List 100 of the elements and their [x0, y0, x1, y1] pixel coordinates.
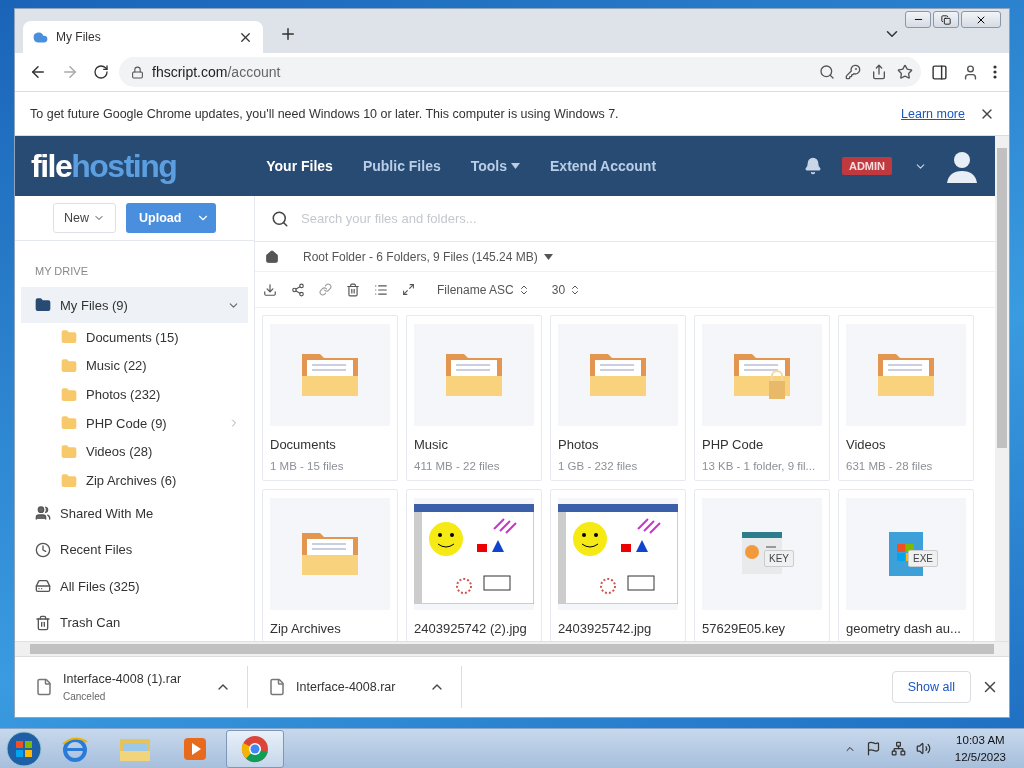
- sidebar-item[interactable]: All Files (325): [21, 567, 248, 605]
- plus-icon: [279, 25, 297, 43]
- key-icon[interactable]: [845, 64, 861, 80]
- url-text: fhscript.com/account: [152, 64, 281, 80]
- file-name: Photos: [558, 437, 600, 452]
- site-logo[interactable]: filehosting: [31, 147, 177, 185]
- folder-tree-item[interactable]: Photos (232): [21, 380, 248, 409]
- trash-icon[interactable]: [346, 282, 360, 297]
- user-avatar-icon[interactable]: [945, 149, 979, 183]
- tab-title: My Files: [56, 30, 101, 44]
- file-card[interactable]: Videos 631 MB - 28 files: [838, 315, 974, 481]
- list-icon[interactable]: [374, 282, 388, 297]
- file-name: Music: [414, 437, 449, 452]
- search-icon[interactable]: [819, 64, 835, 80]
- folder-tree-item[interactable]: Videos (28): [21, 437, 248, 467]
- taskbar-app[interactable]: [226, 729, 284, 768]
- download-name: Interface-4008.rar: [296, 680, 396, 694]
- lock-icon: [131, 65, 144, 79]
- share-icon[interactable]: [871, 64, 887, 80]
- nav-link[interactable]: Your Files: [266, 158, 333, 174]
- file-card[interactable]: Photos 1 GB - 232 files: [550, 315, 686, 481]
- restore-button[interactable]: [933, 11, 959, 28]
- folder-icon: [61, 386, 77, 403]
- folder-icon: [35, 297, 51, 314]
- file-card[interactable]: Documents 1 MB - 15 files: [262, 315, 398, 481]
- folder-icon: [61, 472, 77, 489]
- sidebar-item[interactable]: Shared With Me: [21, 494, 248, 532]
- file-name: PHP Code: [702, 437, 765, 452]
- volume-icon[interactable]: [915, 741, 931, 756]
- folder-tree-item[interactable]: Music (22): [21, 351, 248, 381]
- download-item[interactable]: Interface-4008.rar: [248, 666, 463, 708]
- update-message: To get future Google Chrome updates, you'll need Windows 10 or later. This computer is using Windows 7.: [30, 106, 619, 121]
- folder-tree-item[interactable]: Zip Archives (6): [21, 466, 248, 495]
- breadcrumb[interactable]: Root Folder - 6 Folders, 9 Files (145.24 MB): [303, 249, 553, 264]
- folder-icon: [61, 329, 77, 346]
- download-item[interactable]: Interface-4008 (1).rar Canceled: [15, 666, 249, 708]
- show-all-button[interactable]: Show all: [891, 671, 971, 703]
- file-name: Videos: [846, 437, 887, 452]
- star-icon[interactable]: [897, 64, 913, 80]
- file-meta: 13 KB - 1 folder, 9 fil...: [702, 460, 817, 472]
- forward-arrow-icon: [61, 63, 79, 81]
- file-name: Zip Archives: [270, 621, 342, 636]
- nav-link[interactable]: Extend Account: [550, 158, 657, 174]
- file-name: 2403925742 (2).jpg: [414, 621, 528, 636]
- search-input[interactable]: Search your files and folders...: [299, 210, 979, 227]
- file-icon: [35, 678, 53, 696]
- new-button[interactable]: New: [53, 203, 116, 234]
- menu-icon: [993, 65, 997, 79]
- bell-icon[interactable]: [803, 157, 822, 175]
- home-icon[interactable]: [265, 249, 279, 264]
- file-name: Documents: [270, 437, 337, 452]
- folder-icon: [61, 443, 77, 460]
- sidebar-item[interactable]: Trash Can: [21, 604, 248, 641]
- sidebar-item[interactable]: Recent Files: [21, 531, 248, 568]
- caret-icon: [543, 253, 553, 260]
- file-meta: 1 MB - 15 files: [270, 460, 345, 472]
- download-status: Canceled: [63, 691, 107, 702]
- share-icon[interactable]: [291, 282, 305, 297]
- file-type-label: KEY: [764, 550, 794, 567]
- profile-icon: [962, 63, 979, 81]
- horizontal-scrollbar[interactable]: [15, 641, 1009, 656]
- folder-tree-item[interactable]: PHP Code (9): [21, 408, 248, 438]
- folder-icon: [61, 415, 77, 432]
- clock[interactable]: 10:03 AM 12/5/2023: [954, 732, 1006, 765]
- file-name: 57629E05.key: [702, 621, 787, 636]
- expand-icon[interactable]: [402, 283, 415, 296]
- file-meta: 411 MB - 22 files: [414, 460, 501, 472]
- file-name: geometry dash au...: [846, 621, 962, 636]
- learn-more-link[interactable]: Learn more: [901, 106, 965, 121]
- file-meta: 1 GB - 232 files: [558, 460, 639, 472]
- download-icon[interactable]: [263, 282, 277, 297]
- sidebar-item[interactable]: My Files (9): [21, 287, 248, 323]
- sort-select[interactable]: Filename ASC: [437, 282, 530, 297]
- file-type-label: EXE: [908, 550, 938, 567]
- folder-icon: [61, 357, 77, 374]
- file-meta: 631 MB - 28 files: [846, 460, 934, 472]
- nav-link[interactable]: Public Files: [362, 158, 441, 174]
- start-button-icon[interactable]: [4, 729, 44, 768]
- search-field[interactable]: Search your files and folders...: [255, 196, 995, 242]
- file-icon: [268, 678, 287, 696]
- chrome-icon: [240, 733, 270, 764]
- cloud-icon: [33, 29, 48, 45]
- flag-icon[interactable]: [865, 741, 881, 756]
- per-page-select[interactable]: 30: [551, 282, 582, 297]
- file-card[interactable]: Music 411 MB - 22 files: [406, 315, 542, 481]
- file-card[interactable]: PHP Code 13 KB - 1 folder, 9 fil...: [694, 315, 830, 481]
- users-icon: [35, 505, 51, 522]
- folder-tree-item[interactable]: Documents (15): [21, 323, 248, 352]
- section-heading: MY DRIVE: [34, 264, 89, 280]
- vertical-scrollbar[interactable]: [995, 136, 1009, 641]
- network-icon[interactable]: [890, 741, 906, 756]
- role-badge: ADMIN: [841, 157, 892, 175]
- search-icon: [271, 209, 289, 228]
- browser-tab[interactable]: My Files: [23, 21, 263, 53]
- nav-link[interactable]: Tools: [470, 158, 521, 174]
- trash-icon: [35, 614, 51, 631]
- caret-icon: [511, 163, 521, 169]
- address-bar[interactable]: fhscript.com/account: [119, 57, 921, 87]
- drive-icon: [35, 578, 51, 595]
- link-icon[interactable]: [319, 283, 332, 296]
